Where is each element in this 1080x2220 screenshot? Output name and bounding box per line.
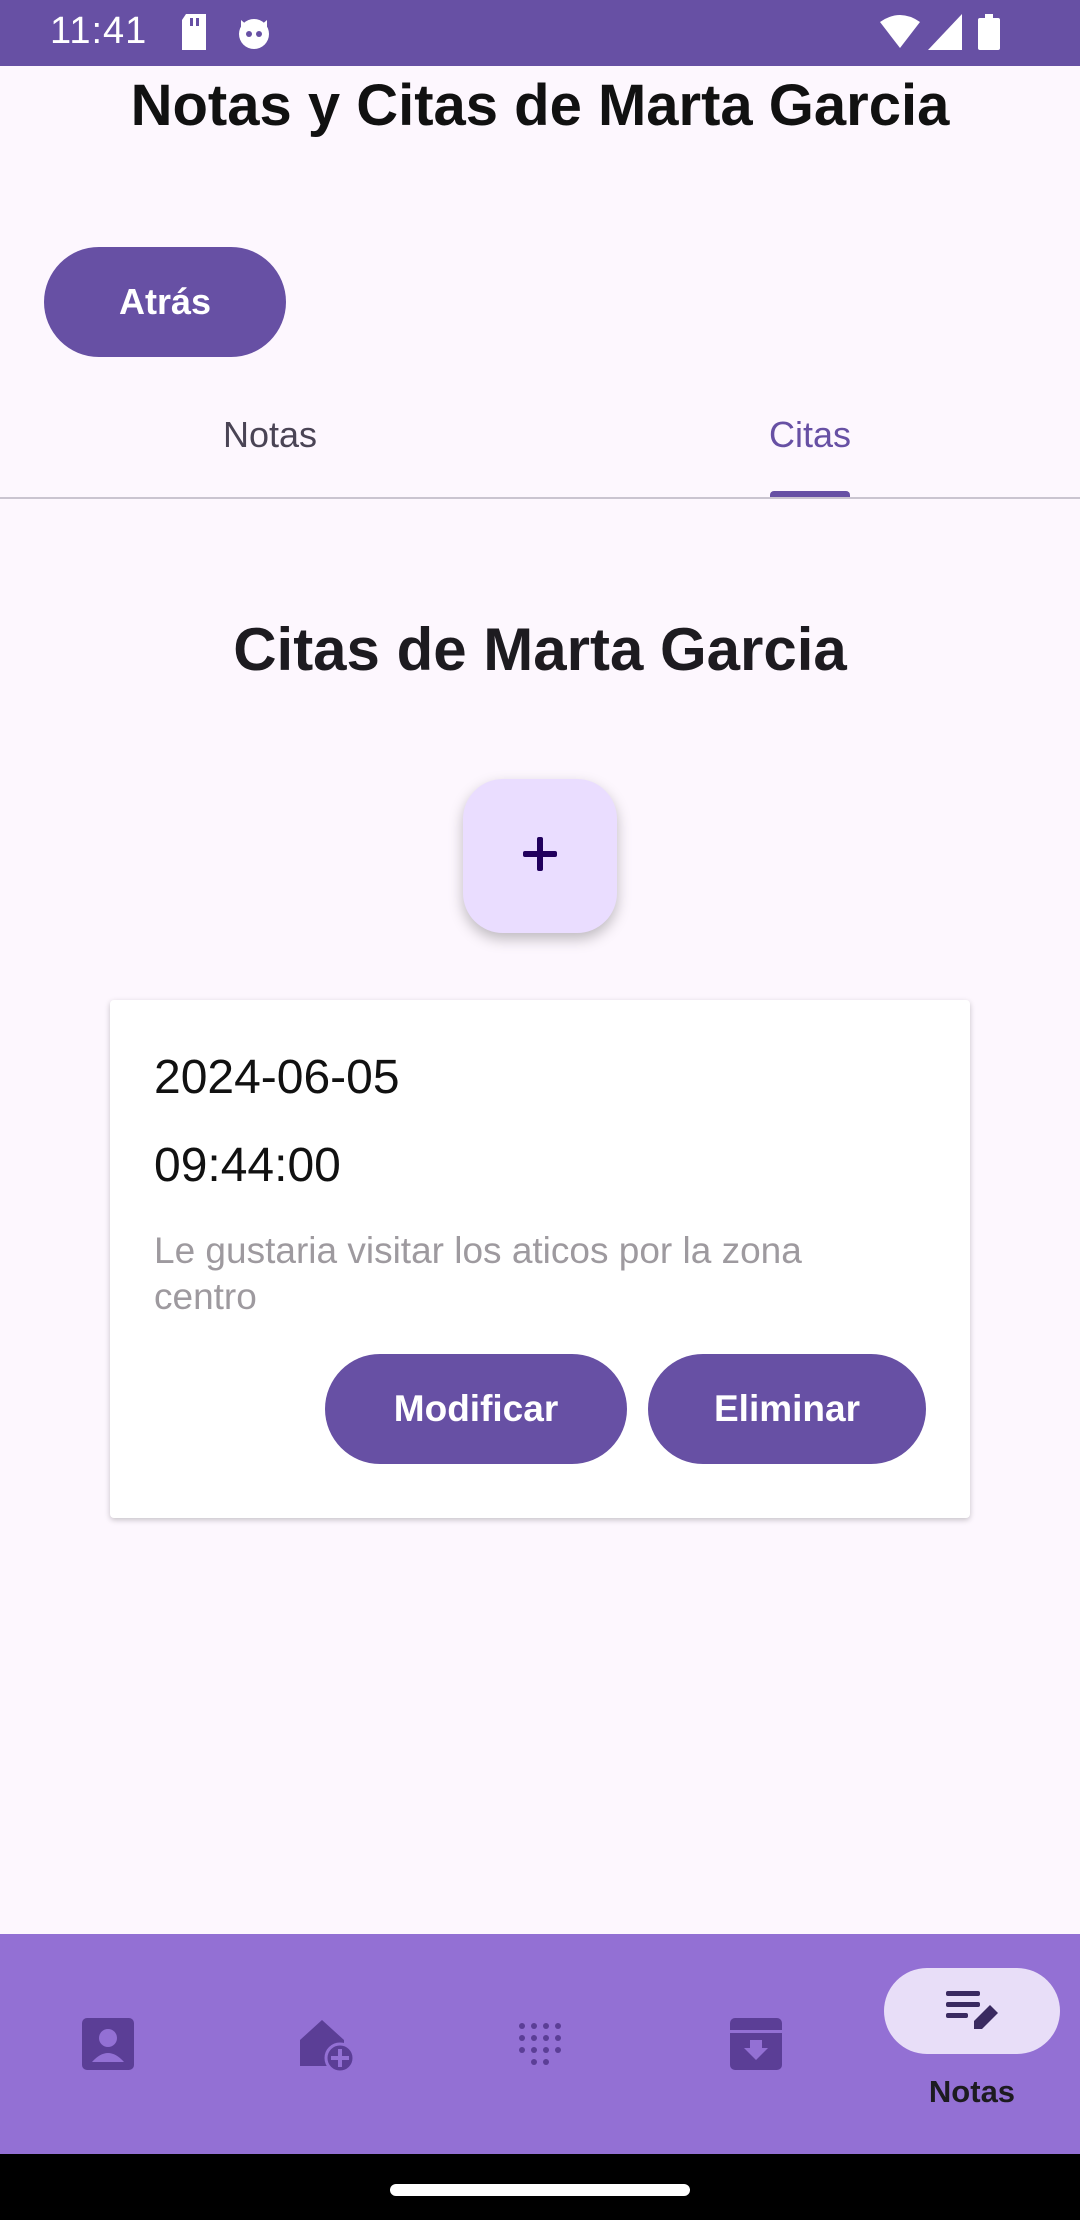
wifi-icon bbox=[880, 14, 920, 55]
dialpad-icon bbox=[514, 2018, 566, 2075]
nav-item-notas[interactable]: Notas bbox=[870, 1934, 1074, 2154]
delete-button[interactable]: Eliminar bbox=[648, 1354, 926, 1464]
page-title: Notas y Citas de Marta Garcia bbox=[130, 73, 950, 138]
contact-icon bbox=[82, 2018, 134, 2075]
system-navigation-bar bbox=[0, 2154, 1080, 2220]
add-home-icon bbox=[298, 2016, 356, 2079]
modify-button[interactable]: Modificar bbox=[325, 1354, 627, 1464]
appointment-card: 2024-06-05 09:44:00 Le gustaria visitar … bbox=[110, 1000, 970, 1518]
notes-edit-icon bbox=[944, 1985, 1000, 2038]
signal-icon bbox=[928, 14, 962, 55]
nav-active-indicator bbox=[884, 1968, 1060, 2054]
status-bar: 11:41 bbox=[0, 0, 1080, 66]
archive-download-icon bbox=[730, 2018, 782, 2075]
bottom-navigation: Notas bbox=[0, 1934, 1080, 2154]
back-button[interactable]: Atrás bbox=[44, 247, 286, 357]
nav-item-archive[interactable] bbox=[688, 1934, 824, 2154]
appointment-description: Le gustaria visitar los aticos por la zo… bbox=[154, 1230, 802, 1317]
nav-label-notas: Notas bbox=[928, 2074, 1016, 2109]
plus-icon bbox=[520, 834, 560, 879]
nav-item-add-home[interactable] bbox=[256, 1934, 392, 2154]
nav-item-dialpad[interactable] bbox=[472, 1934, 608, 2154]
appointment-date: 2024-06-05 bbox=[154, 1051, 400, 1104]
appointment-time: 09:44:00 bbox=[154, 1139, 341, 1192]
nav-item-contacts[interactable] bbox=[40, 1934, 176, 2154]
tab-bar: Notas Citas bbox=[0, 380, 1080, 498]
tab-citas[interactable]: Citas bbox=[540, 380, 1080, 498]
home-gesture-handle[interactable] bbox=[390, 2184, 690, 2196]
section-title: Citas de Marta Garcia bbox=[233, 616, 847, 683]
status-time: 11:41 bbox=[50, 10, 148, 52]
tab-notas[interactable]: Notas bbox=[0, 380, 540, 498]
tab-divider bbox=[0, 497, 1080, 499]
sd-card-icon bbox=[180, 14, 208, 55]
battery-icon bbox=[978, 14, 1000, 55]
cat-face-icon bbox=[236, 14, 272, 55]
add-appointment-button[interactable] bbox=[463, 779, 617, 933]
